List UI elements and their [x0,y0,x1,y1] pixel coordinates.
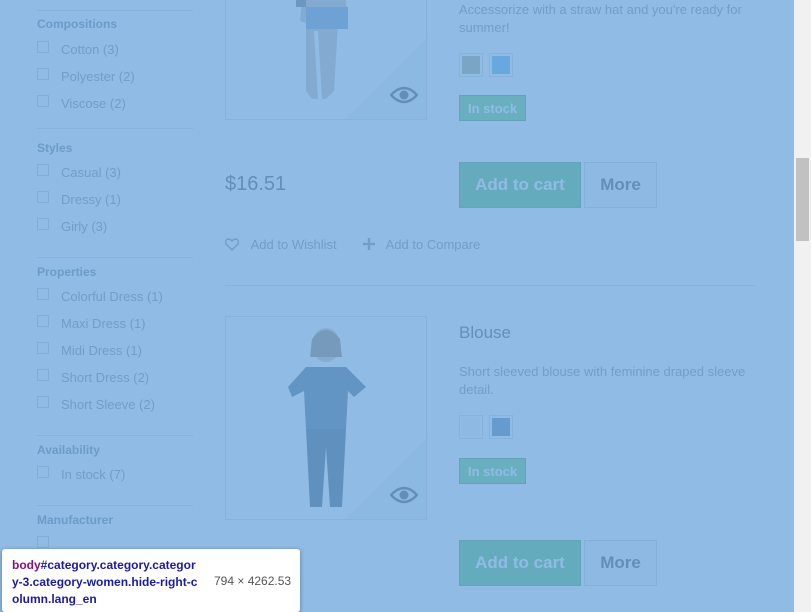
filter-title-properties: Properties [37,265,97,279]
element-dimensions: 794 × 4262.53 [214,574,292,588]
divider [37,505,193,506]
wishlist-label[interactable]: Add to Wishlist [251,237,337,252]
image-corner [346,439,426,519]
checkbox[interactable] [37,315,49,327]
swatch-color [462,56,480,74]
product-divider [225,285,756,286]
product-price: $16.51 [225,173,287,195]
filter-option-viscose[interactable]: Viscose (2) [37,95,193,122]
filter-option-in-stock[interactable]: In stock (7) [37,466,193,493]
product-image[interactable] [225,316,427,520]
more-button[interactable]: More [584,540,657,586]
checkbox[interactable] [37,396,49,408]
filter-option-short-dress[interactable]: Short Dress (2) [37,369,193,396]
filter-option-label[interactable]: Dressy (1) [61,192,121,208]
filter-option-maxi-dress[interactable]: Maxi Dress (1) [37,315,193,342]
inspector-tooltip: body#category.category.category-3.catego… [2,549,300,612]
scrollbar-thumb[interactable] [796,158,809,241]
filter-option-dressy[interactable]: Dressy (1) [37,191,193,218]
filter-option-label[interactable]: Girly (3) [61,219,107,235]
filter-option-label[interactable]: Short Sleeve (2) [61,397,155,413]
add-to-compare-link[interactable]: Add to Compare [363,237,480,252]
eye-icon[interactable] [390,485,418,505]
color-swatch[interactable] [459,53,483,77]
color-swatch[interactable] [459,415,483,439]
checkbox[interactable] [37,342,49,354]
stock-badge: In stock [459,95,527,121]
filter-option-casual[interactable]: Casual (3) [37,164,193,191]
filter-availability: Availability In stock (7) [37,442,193,493]
compare-label[interactable]: Add to Compare [386,237,481,252]
checkbox[interactable] [37,41,49,53]
divider [37,128,193,129]
filter-option-label[interactable]: Cotton (3) [61,42,119,58]
heart-icon [224,238,240,251]
filter-title-manufacturer: Manufacturer [37,513,114,527]
filter-styles: Styles Casual (3) Dressy (1) Girly (3) [37,140,193,245]
more-button[interactable]: More [584,162,657,208]
vertical-scrollbar[interactable] [794,0,811,612]
product-description: Short sleeved blouse with feminine drape… [459,364,746,397]
checkbox[interactable] [37,369,49,381]
filter-option-colorful-dress[interactable]: Colorful Dress (1) [37,288,193,315]
eye-icon[interactable] [390,85,418,105]
swatch-color [492,418,510,436]
divider [37,435,193,436]
checkbox[interactable] [37,191,49,203]
checkbox[interactable] [37,95,49,107]
image-corner [346,39,426,119]
filter-compositions: Compositions Cotton (3) Polyester (2) Vi… [37,16,193,122]
category-page: Compositions Cotton (3) Polyester (2) Vi… [0,0,794,612]
filter-title-styles: Styles [37,141,73,155]
product-image[interactable] [225,0,427,120]
checkbox[interactable] [37,536,49,548]
element-selector: body#category.category.category-3.catego… [12,557,202,608]
swatch-color [492,56,510,74]
stock-badge: In stock [459,458,527,484]
element-tag: body [12,558,41,572]
checkbox[interactable] [37,68,49,80]
filter-option-label[interactable]: Midi Dress (1) [61,343,142,359]
checkbox[interactable] [37,218,49,230]
divider [37,257,193,258]
plus-icon [363,238,375,250]
filter-option-girly[interactable]: Girly (3) [37,218,193,245]
filter-option-label[interactable]: Viscose (2) [61,96,126,112]
filter-option-label[interactable]: Polyester (2) [61,69,135,85]
product-name[interactable]: Blouse [459,323,511,343]
add-to-cart-button[interactable]: Add to cart [459,162,581,208]
filter-option-midi-dress[interactable]: Midi Dress (1) [37,342,193,369]
filter-option-label[interactable]: Short Dress (2) [61,370,149,386]
color-swatch[interactable] [489,415,513,439]
filter-option-label[interactable]: Casual (3) [61,165,121,181]
add-to-wishlist-link[interactable]: Add to Wishlist [224,237,337,252]
filter-option-cotton[interactable]: Cotton (3) [37,41,193,68]
filter-option-short-sleeve[interactable]: Short Sleeve (2) [37,396,193,423]
checkbox[interactable] [37,288,49,300]
filter-properties: Properties Colorful Dress (1) Maxi Dress… [37,264,193,423]
swatch-color [462,418,480,436]
filter-option-polyester[interactable]: Polyester (2) [37,68,193,95]
element-id-classes: #category.category.category-3.category-w… [12,558,198,606]
checkbox[interactable] [37,164,49,176]
filter-option-label[interactable]: Maxi Dress (1) [61,316,146,332]
divider [37,10,193,11]
checkbox[interactable] [37,466,49,478]
add-to-cart-button[interactable]: Add to cart [459,540,581,586]
product-description: Accessorize with a straw hat and you're … [459,2,742,35]
filter-option-label[interactable]: In stock (7) [61,467,125,483]
filter-title-compositions: Compositions [37,17,117,31]
color-swatch[interactable] [489,53,513,77]
filter-option-label[interactable]: Colorful Dress (1) [61,289,163,305]
filter-title-availability: Availability [37,443,100,457]
